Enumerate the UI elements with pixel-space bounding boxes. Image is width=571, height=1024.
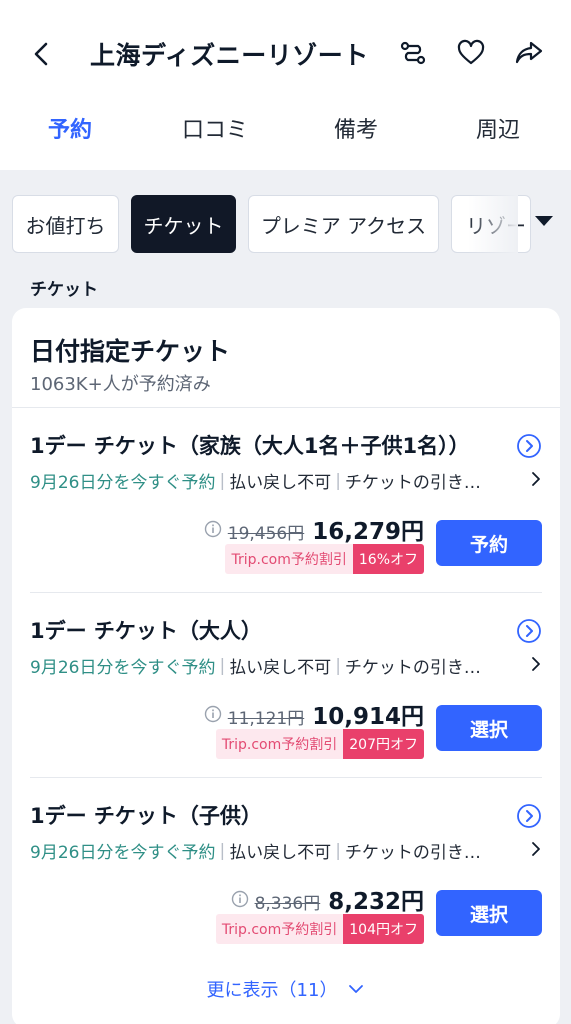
- tab-booking[interactable]: 予約: [48, 112, 92, 144]
- meta-separator: |: [335, 470, 341, 491]
- discount-label: Trip.com予約割引: [215, 729, 344, 759]
- pickup-info: チケットの引き…: [344, 473, 481, 493]
- discount-value: 207円オフ: [343, 729, 424, 759]
- discount-label: Trip.com予約割引: [215, 914, 344, 944]
- back-arrow-icon[interactable]: [28, 40, 56, 68]
- share-icon[interactable]: [514, 38, 544, 68]
- discount-badge: Trip.com予約割引 207円オフ: [215, 729, 424, 759]
- discount-value: 104円オフ: [343, 914, 424, 944]
- ticket-name: 1デー チケット（子供）: [30, 804, 262, 828]
- discount-badge: Trip.com予約割引 16%オフ: [225, 544, 424, 574]
- top-header: 上海ディズニーリゾート 予約 口コミ 備考 周辺: [0, 0, 571, 170]
- tab-reviews[interactable]: 口コミ: [182, 112, 248, 144]
- discount-value: 16%オフ: [352, 544, 424, 574]
- pickup-info: チケットの引き…: [344, 658, 481, 678]
- meta-separator: |: [219, 655, 226, 676]
- info-icon[interactable]: [204, 705, 222, 723]
- refund-policy: 払い戻し不可: [229, 843, 332, 863]
- refund-policy: 払い戻し不可: [229, 658, 332, 678]
- refund-policy: 払い戻し不可: [229, 473, 332, 493]
- tab-notes[interactable]: 備考: [334, 112, 378, 144]
- original-price: 8,336円: [254, 894, 321, 914]
- price-row: 19,456円 16,279円: [204, 512, 424, 546]
- chevron-down-icon: [349, 985, 364, 993]
- tab-bar: 予約 口コミ 備考 周辺: [0, 104, 571, 154]
- chevron-right-icon: [532, 472, 540, 486]
- meta-separator: |: [335, 655, 341, 676]
- book-button[interactable]: 予約: [436, 520, 542, 566]
- ticket-meta[interactable]: 9月26日分を今すぐ予約 | 払い戻し不可 | チケットの引き…: [30, 653, 550, 678]
- select-button[interactable]: 選択: [436, 890, 542, 936]
- section-label: チケット: [30, 280, 98, 300]
- chevron-circle-icon[interactable]: [516, 433, 542, 459]
- ticket-row[interactable]: 1デー チケット（子供） 9月26日分を今すぐ予約 | 払い戻し不可 | チケッ…: [12, 778, 560, 963]
- tab-nearby[interactable]: 周辺: [476, 112, 520, 144]
- dropdown-caret-icon[interactable]: [528, 204, 560, 236]
- book-date: 9月26日分を今すぐ予約: [30, 843, 216, 863]
- card-title: 日付指定チケット: [30, 337, 231, 366]
- ticket-name: 1デー チケット（大人）: [30, 619, 262, 643]
- chip-tickets[interactable]: チケット: [131, 195, 236, 253]
- heart-icon[interactable]: [456, 38, 486, 68]
- original-price: 11,121円: [227, 709, 305, 729]
- discount-label: Trip.com予約割引: [225, 544, 353, 574]
- meta-separator: |: [219, 840, 226, 861]
- discount-badge: Trip.com予約割引 104円オフ: [215, 914, 424, 944]
- chip-fade: [468, 190, 518, 260]
- page-title: 上海ディズニーリゾート: [90, 41, 369, 70]
- price-row: 8,336円 8,232円: [231, 882, 424, 916]
- route-icon[interactable]: [398, 38, 428, 68]
- chevron-circle-icon[interactable]: [516, 618, 542, 644]
- book-date: 9月26日分を今すぐ予約: [30, 473, 216, 493]
- original-price: 19,456円: [227, 524, 305, 544]
- chip-premier-access[interactable]: プレミア アクセス: [248, 195, 439, 253]
- current-price: 16,279円: [312, 519, 424, 545]
- ticket-row[interactable]: 1デー チケット（家族（大人1名＋子供1名）） 9月26日分を今すぐ予約 | 払…: [12, 408, 560, 593]
- select-button[interactable]: 選択: [436, 705, 542, 751]
- ticket-card: 日付指定チケット 1063K+人が予約済み 1デー チケット（家族（大人1名＋子…: [12, 308, 560, 1024]
- ticket-row[interactable]: 1デー チケット（大人） 9月26日分を今すぐ予約 | 払い戻し不可 | チケッ…: [12, 593, 560, 778]
- pickup-info: チケットの引き…: [344, 843, 481, 863]
- current-price: 8,232円: [328, 889, 424, 915]
- show-more-label: 更に表示（11）: [206, 980, 338, 1001]
- ticket-meta[interactable]: 9月26日分を今すぐ予約 | 払い戻し不可 | チケットの引き…: [30, 838, 550, 863]
- book-date: 9月26日分を今すぐ予約: [30, 658, 216, 678]
- filter-chips: お値打ち チケット プレミア アクセス リゾート: [0, 190, 571, 260]
- ticket-meta[interactable]: 9月26日分を今すぐ予約 | 払い戻し不可 | チケットの引き…: [30, 468, 550, 493]
- chevron-circle-icon[interactable]: [516, 803, 542, 829]
- meta-separator: |: [219, 470, 226, 491]
- info-icon[interactable]: [204, 520, 222, 538]
- chevron-right-icon: [532, 657, 540, 671]
- booked-count: 1063K+人が予約済み: [30, 374, 211, 395]
- nav-bar: 上海ディズニーリゾート: [0, 22, 571, 84]
- info-icon[interactable]: [231, 890, 249, 908]
- chip-value-deals[interactable]: お値打ち: [12, 195, 119, 253]
- current-price: 10,914円: [312, 704, 424, 730]
- meta-separator: |: [335, 840, 341, 861]
- show-more-link[interactable]: 更に表示（11）: [12, 976, 560, 1002]
- price-row: 11,121円 10,914円: [204, 697, 424, 731]
- chevron-right-icon: [532, 842, 540, 856]
- ticket-name: 1デー チケット（家族（大人1名＋子供1名））: [30, 434, 470, 458]
